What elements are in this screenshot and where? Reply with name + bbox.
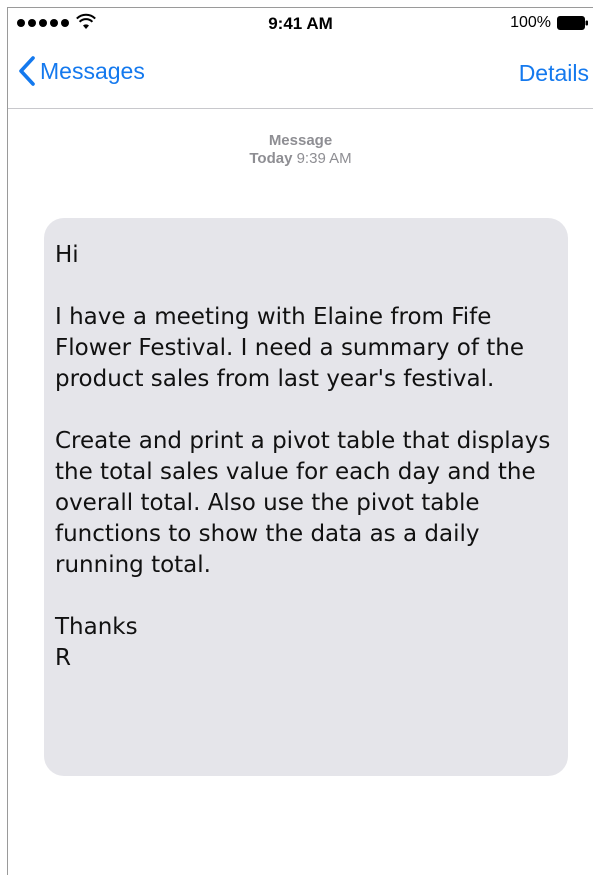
message-time: 9:39 AM	[296, 150, 352, 167]
back-button[interactable]: Messages	[18, 56, 145, 86]
status-time: 9:41 AM	[268, 14, 333, 33]
message-signoff-text: Thanks	[55, 614, 138, 640]
message-signoff: Thanks R	[55, 612, 558, 674]
message-timestamp: Today 9:39 AM	[8, 150, 593, 168]
message-header: Message Today 9:39 AM	[8, 132, 593, 168]
details-button[interactable]: Details	[519, 60, 589, 87]
message-day: Today	[249, 150, 293, 167]
message-signature: R	[55, 645, 71, 671]
battery-icon	[557, 16, 588, 30]
message-paragraph-1: I have a meeting with Elaine from Fife F…	[55, 304, 525, 392]
back-button-label: Messages	[40, 57, 145, 84]
chevron-left-icon	[19, 56, 35, 86]
message-paragraph-2: Create and print a pivot table that disp…	[55, 428, 551, 578]
message-type-label: Message	[268, 132, 333, 149]
message-bubble[interactable]: Hi I have a meeting with Elaine from Fif…	[44, 218, 568, 776]
status-bar: 9:41 AM 100%	[8, 8, 593, 42]
battery-percentage: 100%	[510, 14, 551, 31]
navigation-bar: Messages Details	[8, 42, 593, 109]
message-greeting: Hi	[55, 242, 79, 268]
phone-screen: 9:41 AM 100% Messages Details Message To…	[7, 7, 593, 875]
